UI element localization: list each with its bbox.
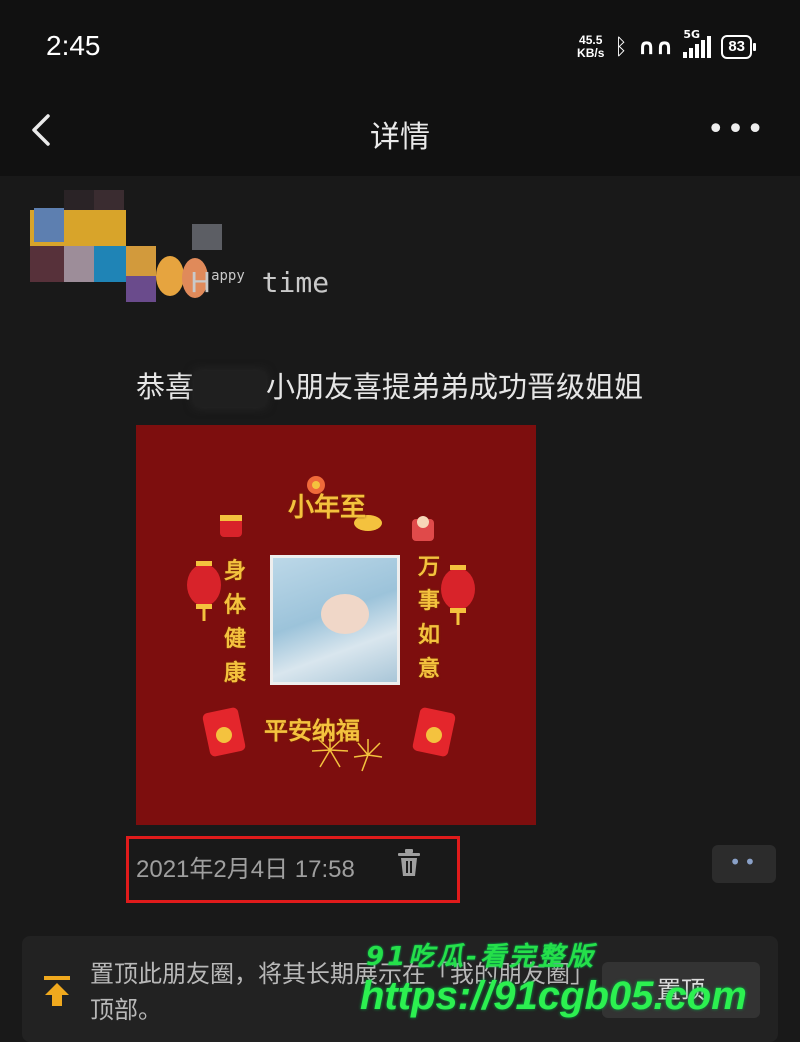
status-time: 2:45 [46,30,101,61]
signal-bar [707,36,712,58]
more-options-button[interactable]: ••• [707,112,766,147]
post-text-prefix: 恭喜 [136,370,195,404]
net-speed: 45.5 KB/s [577,34,604,60]
battery-level: 83 [728,38,745,55]
signal-bar [695,44,700,58]
red-envelope-icon [412,707,456,757]
page-title: 详情 [370,120,430,155]
greeting-left: 身 体 健 康 [224,555,248,691]
greeting-bottom: 平安纳福 [264,717,360,745]
username[interactable]: Happy time [190,266,329,299]
greeting-char: 健 [224,627,247,652]
pin-top-icon [44,976,70,1006]
lantern-icon [441,565,475,625]
nav-bar: 详情 ••• [0,96,800,176]
highlight-box [126,836,460,903]
pouch-icon [220,515,242,537]
network-type: 5G [683,28,700,41]
post-text-suffix: 小朋友喜提弟弟成功晋级姐姐 [266,370,644,404]
net-speed-unit: KB/s [577,46,605,60]
greeting-char: 如 [418,623,441,648]
red-envelope-icon [202,707,246,757]
signal-bar [689,48,694,58]
greeting-char: 康 [224,661,247,686]
status-bar: 2:45 45.5 KB/s ᛒ ∩∩ 5G 83 [0,0,800,96]
greeting-char: 事 [418,589,441,614]
bluetooth-icon: ᛒ [614,34,628,60]
signal-bar [701,40,706,58]
status-icons: 45.5 KB/s ᛒ ∩∩ 5G 83 [577,28,756,60]
greeting-char: 意 [418,657,441,682]
watermark-url: https://91cgb05.com [360,974,747,1018]
greeting-char: 身 [224,559,247,584]
lantern-icon [187,561,221,621]
baby-photo [270,555,400,685]
username-rest: time [244,266,330,299]
earbuds-icon: ∩∩ [637,34,674,60]
greeting-right: 万 事 如 意 [418,551,442,687]
greeting-char: 万 [418,555,441,580]
greeting-top: 小年至 [288,493,367,523]
blurred-name [194,371,267,407]
baby-face [321,594,369,634]
post-image[interactable]: 小年至 身 体 健 康 万 事 如 意 平安纳福 [136,425,536,825]
signal-icon: 5G [683,28,712,58]
comment-more-button[interactable]: •• [712,845,776,883]
username-initial: H [190,266,212,299]
post-text: 恭喜 小朋友喜提弟弟成功晋级姐姐 [136,364,643,407]
username-superscript: appy [211,268,245,284]
watermark-title: 91吃瓜-看完整版 [366,942,596,972]
pouch-icon [412,516,434,541]
greeting-char: 体 [224,593,247,618]
signal-bar [683,52,688,58]
battery-icon: 83 [721,35,756,59]
